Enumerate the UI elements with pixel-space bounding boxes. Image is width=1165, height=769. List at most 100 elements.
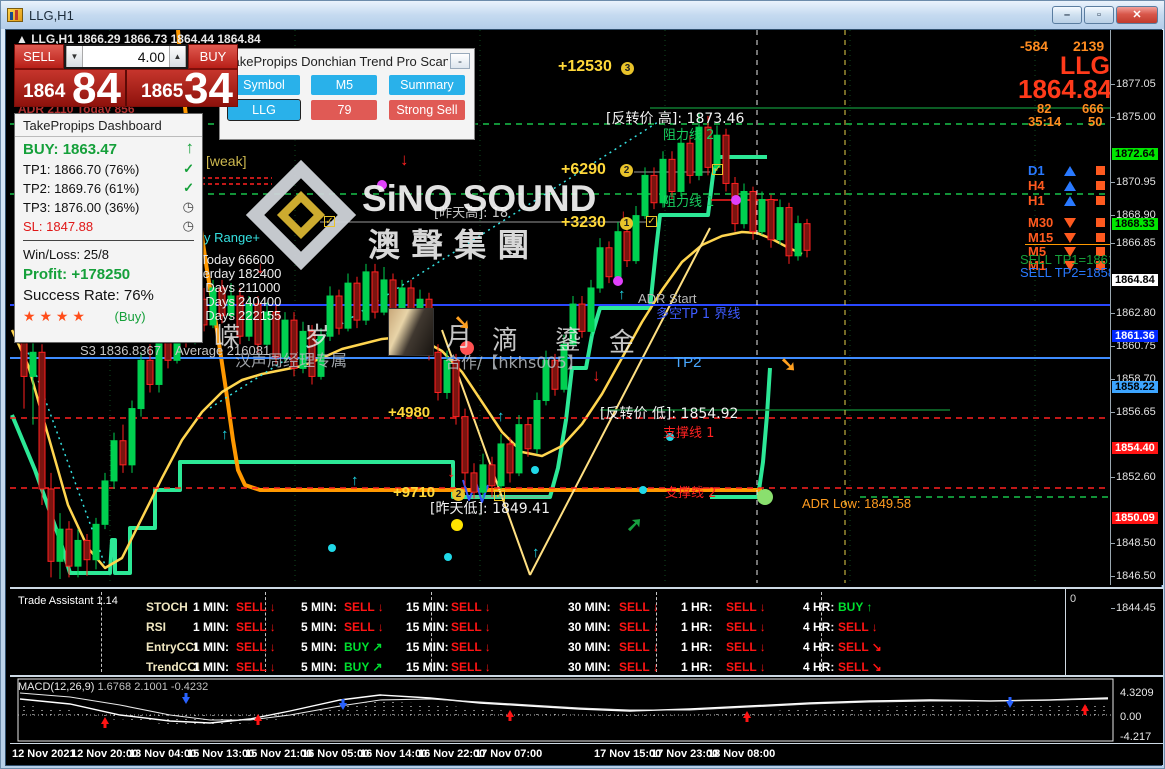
ta-plot-border bbox=[1065, 589, 1066, 677]
ta-signal: SELL ↓ bbox=[838, 620, 878, 634]
price-tick: 1870.95 bbox=[1111, 176, 1156, 188]
macd-label: MACD(12,26,9) bbox=[18, 681, 95, 693]
sl-clock-icon: ◷ bbox=[182, 218, 194, 233]
arrow-up-1: ↑ bbox=[221, 426, 229, 443]
scanner-minimize-button[interactable]: - bbox=[450, 53, 470, 69]
ta-timeframe-label: 5 MIN: bbox=[301, 600, 337, 614]
price-tick: 1846.50 bbox=[1111, 570, 1156, 582]
dashboard-buy-line: BUY: 1863.47 bbox=[23, 141, 117, 158]
label-range: y Range+ bbox=[204, 230, 261, 245]
minimize-button[interactable]: – bbox=[1052, 6, 1082, 24]
price-tick: 1866.85 bbox=[1111, 237, 1156, 249]
scanner-signal[interactable]: Strong Sell bbox=[388, 100, 465, 120]
price-badge: 1861.36 bbox=[1112, 330, 1158, 342]
scanner-header-summary[interactable]: Summary bbox=[388, 75, 465, 95]
tp1-check-icon: ✓ bbox=[183, 161, 194, 176]
ta-signal: SELL ↓ bbox=[619, 600, 659, 614]
ta-timeframe-label: 1 MIN: bbox=[193, 600, 229, 614]
dashboard-divider bbox=[23, 240, 194, 241]
stat-value-4: 240400 bbox=[238, 294, 282, 309]
stat-s3: S3 1836.8367 bbox=[80, 343, 161, 358]
arrow-up-5: ↑ bbox=[618, 286, 626, 303]
trade-assistant-panel: Trade Assistant 1.14 0 STOCH 1 MIN: SELL ↓… bbox=[10, 587, 1163, 677]
ta-indicator-label: STOCH bbox=[146, 600, 188, 614]
trade-assistant-title: Trade Assistant 1.14 bbox=[18, 595, 118, 607]
tf-up-triangle-icon bbox=[1064, 166, 1076, 176]
tf-square-icon bbox=[1096, 196, 1105, 205]
ta-signal: SELL ↘ bbox=[838, 640, 882, 654]
ta-timeframe-label: 30 MIN: bbox=[568, 660, 611, 674]
sell-button[interactable]: SELL bbox=[14, 44, 64, 69]
scanner-score[interactable]: 79 bbox=[311, 100, 378, 120]
mt4-window: LLG,H1 – ▫ ✕ ▲ LLG,H1 1866.29 1866.73 18… bbox=[0, 0, 1165, 769]
check-3: ✓ bbox=[324, 216, 335, 227]
arrow-down-2: ↓ bbox=[400, 150, 409, 169]
close-button[interactable]: ✕ bbox=[1116, 6, 1158, 24]
sell-price-box[interactable]: 1864 84 bbox=[15, 64, 125, 113]
tf-panel-divider bbox=[1025, 244, 1110, 245]
donchian-scanner-popup: TakePropips Donchian Trend Pro Scanner -… bbox=[219, 48, 475, 140]
arrow-up-4: ↑ bbox=[532, 544, 540, 561]
ta-timeframe-label: 4 HR: bbox=[803, 600, 835, 614]
dashboard-tp3: TP3: 1876.00 (36%) bbox=[23, 200, 140, 215]
arrow-up-2: ↑ bbox=[351, 472, 359, 489]
arrow-down-4: ↓ bbox=[592, 366, 601, 385]
arrow-down-1: ↓ bbox=[256, 258, 265, 277]
scanner-symbol-llg[interactable]: LLG bbox=[227, 99, 301, 121]
sell-price-main: 1864 bbox=[23, 81, 66, 102]
ta-timeframe-label: 15 MIN: bbox=[406, 620, 449, 634]
ta-timeframe-label: 4 HR: bbox=[803, 660, 835, 674]
price-tick: 1852.60 bbox=[1111, 471, 1156, 483]
check-2: ✓ bbox=[646, 216, 657, 227]
plus-9710: +9710 bbox=[393, 484, 436, 501]
price-tick: 1877.05 bbox=[1111, 78, 1156, 90]
ta-timeframe-label: 15 MIN: bbox=[406, 660, 449, 674]
wm-brand: SiNO SOUND bbox=[362, 178, 597, 219]
ta-timeframe-label: 1 HR: bbox=[681, 600, 713, 614]
label-weak: [weak] bbox=[206, 153, 247, 169]
buy-price-box[interactable]: 1865 34 bbox=[125, 64, 237, 113]
support-1: 支撑线 1 bbox=[663, 426, 715, 441]
ta-timeframe-label: 1 HR: bbox=[681, 660, 713, 674]
takepropips-dashboard: TakePropips Dashboard BUY: 1863.47 ↑ TP1… bbox=[14, 113, 203, 343]
arrow-down-3: ↓ bbox=[447, 462, 456, 481]
time-axis[interactable]: 12 Nov 2021 12 Nov 20:00 13 Nov 04:00 15 No… bbox=[10, 743, 1163, 765]
tf-label-h1: H1 bbox=[1028, 193, 1045, 208]
wm-cjk: 澳 聲 集 團 bbox=[368, 226, 530, 264]
tp2-check-icon: ✓ bbox=[183, 180, 194, 195]
adr-low: ADR Low: 1849.58 bbox=[802, 496, 912, 511]
ta-signal: SELL ↓ bbox=[344, 620, 384, 634]
sell-price-pips: 84 bbox=[72, 64, 121, 113]
chart-plot[interactable]: ▲ LLG,H1 1866.29 1866.73 1864.44 1864.84… bbox=[10, 30, 1163, 585]
plus-4980: +4980 bbox=[388, 404, 431, 421]
stat-value-3: 211000 bbox=[238, 280, 281, 295]
time-axis-label: 17 Nov 07:00 bbox=[475, 748, 543, 760]
tp3-clock-icon: ◷ bbox=[182, 199, 194, 214]
dashboard-tp1: TP1: 1866.70 (76%) bbox=[23, 162, 140, 177]
macd-axis-label: -4.217 bbox=[1120, 731, 1152, 743]
ta-signal: SELL ↓ bbox=[451, 640, 491, 654]
wm-char-6: 金 bbox=[609, 328, 636, 358]
info-neg: -584 bbox=[1020, 38, 1049, 54]
ta-signal: BUY ↑ bbox=[838, 600, 873, 614]
scanner-header-m5[interactable]: M5 bbox=[311, 75, 378, 95]
restore-button[interactable]: ▫ bbox=[1084, 6, 1114, 24]
scanner-header-symbol[interactable]: Symbol bbox=[228, 75, 300, 95]
ta-signal: BUY ↗ bbox=[344, 660, 383, 674]
price-badge: 1864.84 bbox=[1112, 274, 1158, 286]
ta-timeframe-label: 15 MIN: bbox=[406, 600, 449, 614]
ta-timeframe-label: 5 MIN: bbox=[301, 620, 337, 634]
ta-signal: SELL ↓ bbox=[236, 620, 276, 634]
ta-timeframe-label: 1 MIN: bbox=[193, 660, 229, 674]
ta-signal: SELL ↓ bbox=[619, 620, 659, 634]
tf-label-m30: M30 bbox=[1028, 215, 1054, 230]
window-titlebar[interactable]: LLG,H1 – ▫ ✕ bbox=[1, 1, 1164, 29]
tf-square-icon bbox=[1096, 166, 1105, 175]
price-axis[interactable]: 1877.05 1875.00 1870.95 1868.90 1866.85 1862.… bbox=[1110, 30, 1159, 614]
one-click-trading-widget: SELL ▼ 4.00 ▲ BUY 1864 84 1865 34 bbox=[14, 44, 238, 113]
ta-timeframe-label: 1 HR: bbox=[681, 640, 713, 654]
ta-signal: SELL ↓ bbox=[451, 600, 491, 614]
ta-signal: SELL ↓ bbox=[451, 660, 491, 674]
price-tick: 1844.45 bbox=[1111, 602, 1156, 614]
dashboard-success: Success Rate: 76% bbox=[23, 287, 154, 304]
